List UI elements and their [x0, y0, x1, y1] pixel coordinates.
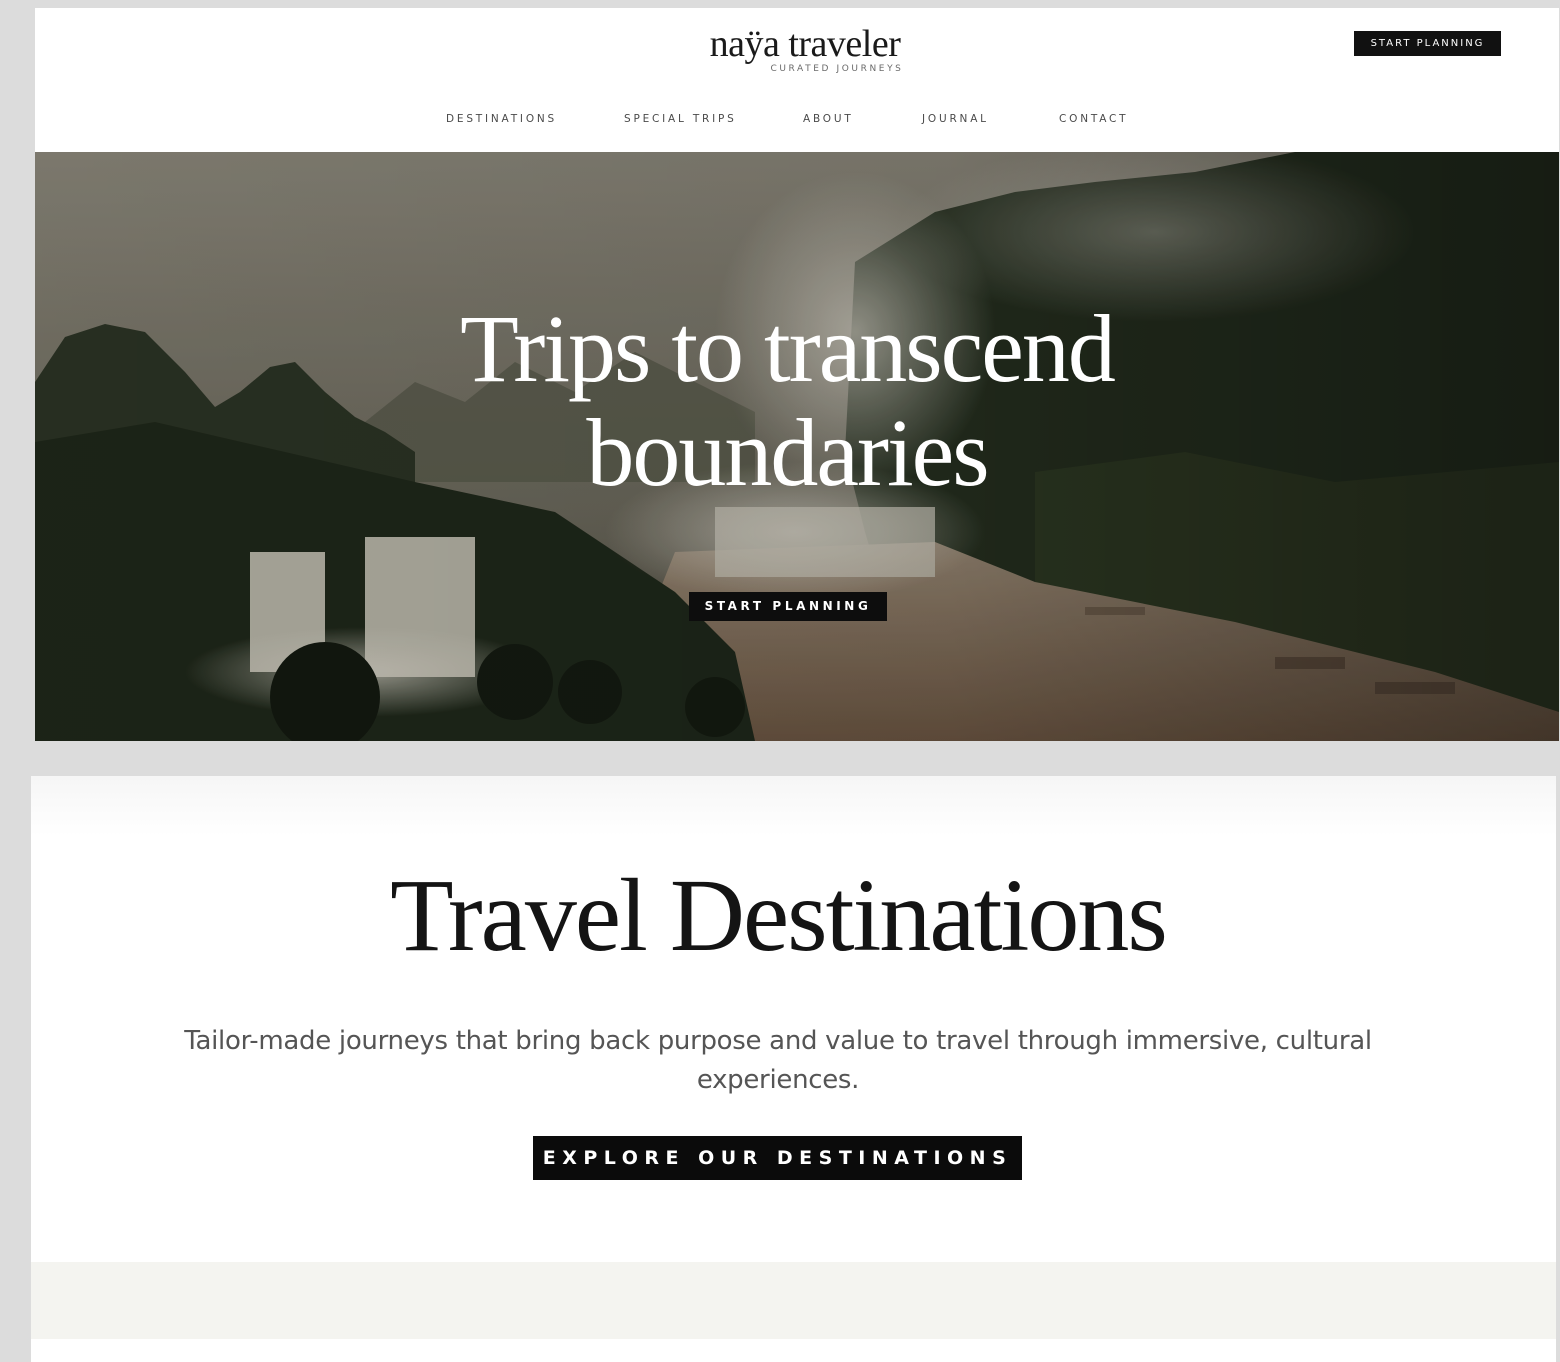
hero-section: Trips to transcend boundaries START PLAN… [35, 152, 1559, 741]
logo-tagline: CURATED JOURNEYS [770, 64, 904, 74]
nav-item-special-trips[interactable]: SPECIAL TRIPS [624, 113, 737, 125]
destinations-section: Travel Destinations Tailor-made journeys… [31, 776, 1556, 1362]
hero-start-planning-button[interactable]: START PLANNING [689, 592, 887, 621]
site-logo[interactable]: naÿa traveler CURATED JOURNEYS [35, 22, 1559, 74]
hero-title-line-2: boundaries [586, 399, 989, 506]
nav-item-journal[interactable]: JOURNAL [922, 113, 989, 125]
main-nav: DESTINATIONS SPECIAL TRIPS ABOUT JOURNAL… [35, 113, 1559, 131]
site-header: naÿa traveler CURATED JOURNEYS START PLA… [35, 8, 1559, 152]
nav-item-about[interactable]: ABOUT [803, 113, 854, 125]
nav-item-destinations[interactable]: DESTINATIONS [446, 113, 557, 125]
hero-title-line-1: Trips to transcend [460, 295, 1116, 402]
section-divider-band [31, 1262, 1556, 1339]
top-panel: naÿa traveler CURATED JOURNEYS START PLA… [35, 8, 1559, 741]
destinations-title: Travel Destinations [390, 858, 1168, 973]
nav-item-contact[interactable]: CONTACT [1059, 113, 1128, 125]
logo-wordmark: naÿa traveler [709, 23, 901, 65]
header-start-planning-button[interactable]: START PLANNING [1354, 31, 1501, 56]
destinations-description: Tailor-made journeys that bring back pur… [184, 1026, 1372, 1095]
explore-destinations-button[interactable]: EXPLORE OUR DESTINATIONS [533, 1136, 1022, 1180]
hero-title: Trips to transcend boundaries [35, 297, 1539, 505]
